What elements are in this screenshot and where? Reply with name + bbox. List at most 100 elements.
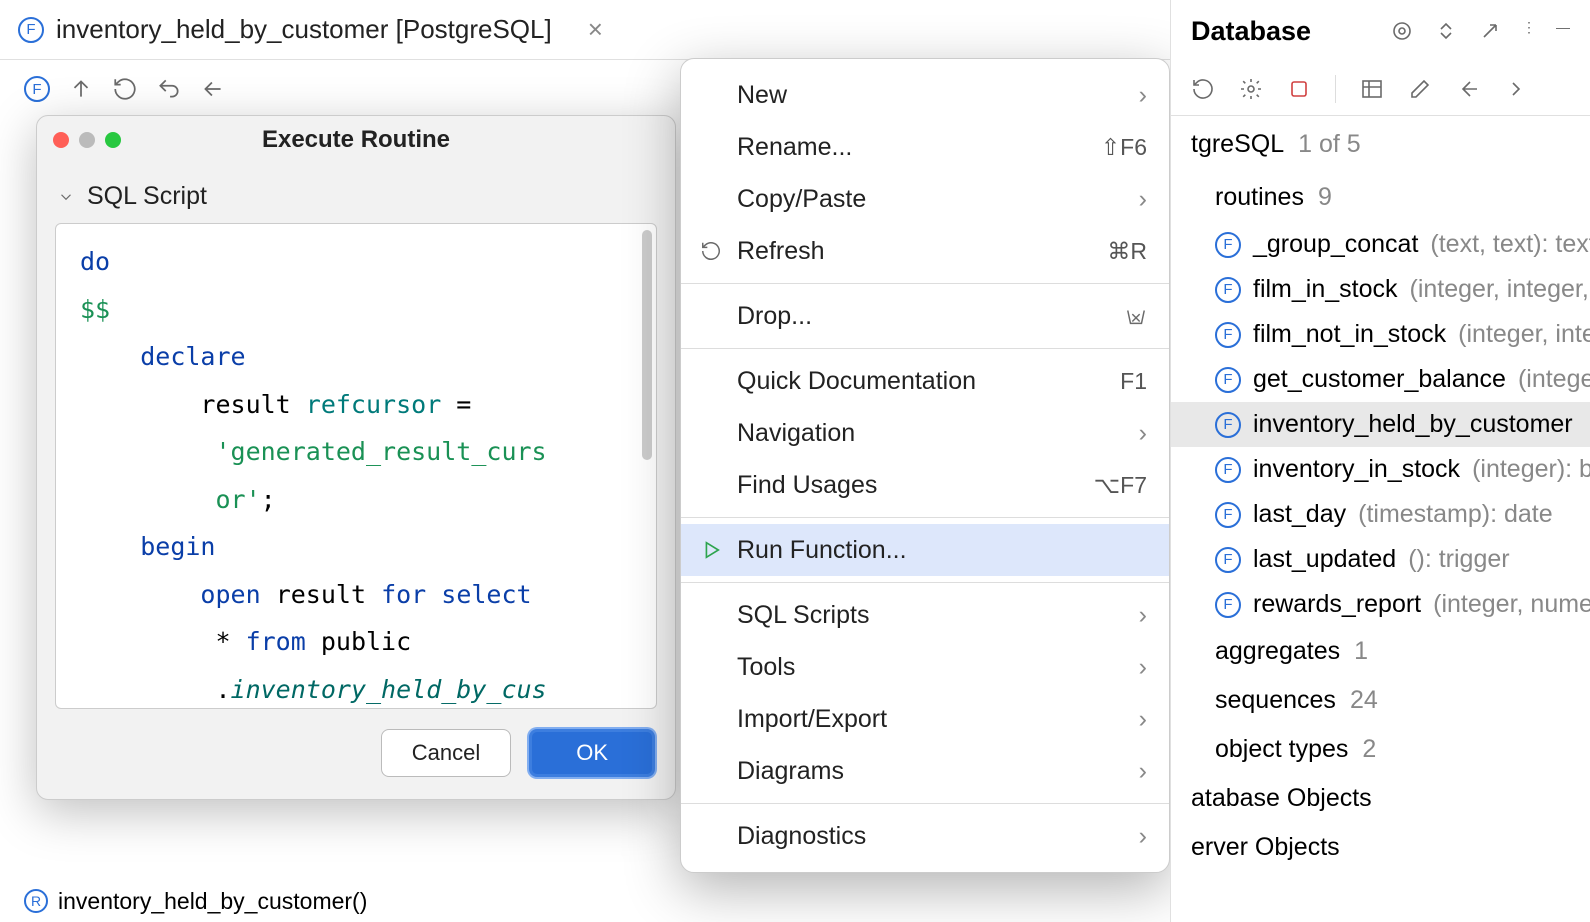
- dialog-titlebar: Execute Routine: [37, 116, 675, 164]
- routine-name: last_updated: [1253, 545, 1396, 574]
- chevron-right-icon: ›: [1139, 822, 1147, 851]
- sql-editor[interactable]: do $$ declare result refcursor = 'genera…: [55, 223, 657, 709]
- upload-icon[interactable]: [68, 76, 94, 102]
- database-toolbar: [1171, 62, 1590, 116]
- edit-icon[interactable]: [1408, 77, 1432, 101]
- menu-diagnostics[interactable]: Diagnostics ›: [681, 810, 1169, 862]
- function-icon: F: [1215, 367, 1241, 393]
- routine-item[interactable]: Ffilm_in_stock(integer, integer,: [1171, 267, 1590, 312]
- routine-name: film_not_in_stock: [1253, 320, 1446, 349]
- routine-signature: (integer, nume: [1433, 590, 1590, 619]
- menu-drop[interactable]: Drop...: [681, 290, 1169, 342]
- section-header[interactable]: SQL Script: [37, 164, 675, 223]
- refresh-icon[interactable]: [112, 76, 138, 102]
- cancel-button[interactable]: Cancel: [381, 729, 511, 777]
- group-object-types[interactable]: object types 2: [1171, 725, 1590, 774]
- jump-icon[interactable]: [1456, 77, 1480, 101]
- execute-routine-dialog: Execute Routine SQL Script do $$ declare…: [36, 115, 676, 800]
- function-icon: F: [1215, 502, 1241, 528]
- code-content[interactable]: do $$ declare result refcursor = 'genera…: [74, 238, 547, 694]
- gutter: [60, 238, 74, 694]
- function-icon: F: [24, 76, 50, 102]
- routine-signature: (timestamp): date: [1358, 500, 1553, 529]
- chevron-right-icon: ›: [1139, 757, 1147, 786]
- menu-new[interactable]: New ›: [681, 69, 1169, 121]
- chevron-down-icon: [57, 188, 75, 206]
- routine-name: inventory_held_by_customer: [1253, 410, 1573, 439]
- ok-button[interactable]: OK: [529, 729, 655, 777]
- close-icon[interactable]: ×: [588, 14, 603, 45]
- routine-icon: R: [24, 889, 48, 913]
- function-icon: F: [1215, 412, 1241, 438]
- routine-item[interactable]: Flast_day (timestamp): date: [1171, 492, 1590, 537]
- section-label: SQL Script: [87, 182, 207, 211]
- gear-icon[interactable]: [1239, 77, 1263, 101]
- tab-title: inventory_held_by_customer [PostgreSQL]: [56, 14, 552, 45]
- dialog-buttons: Cancel OK: [37, 709, 675, 799]
- separator: [681, 517, 1169, 518]
- menu-refresh[interactable]: Refresh ⌘R: [681, 225, 1169, 277]
- routine-name: _group_concat: [1253, 230, 1418, 259]
- menu-sql-scripts[interactable]: SQL Scripts ›: [681, 589, 1169, 641]
- menu-rename[interactable]: Rename... ⇧F6: [681, 121, 1169, 173]
- chevron-right-icon: ›: [1139, 601, 1147, 630]
- routine-item[interactable]: Finventory_in_stock(integer): b: [1171, 447, 1590, 492]
- menu-diagrams[interactable]: Diagrams ›: [681, 745, 1169, 797]
- menu-navigation[interactable]: Navigation ›: [681, 407, 1169, 459]
- stop-icon[interactable]: [1287, 77, 1311, 101]
- chevron-right-icon: ›: [1139, 653, 1147, 682]
- dialog-title: Execute Routine: [37, 126, 675, 154]
- breadcrumb[interactable]: tgreSQL 1 of 5: [1171, 116, 1590, 173]
- menu-run-function[interactable]: Run Function...: [681, 524, 1169, 576]
- separator: [681, 803, 1169, 804]
- chevron-right-icon[interactable]: [1504, 77, 1528, 101]
- group-aggregates[interactable]: aggregates 1: [1171, 627, 1590, 676]
- status-function-name: inventory_held_by_customer(): [58, 888, 367, 915]
- scrollbar[interactable]: [642, 230, 652, 460]
- function-icon: F: [1215, 277, 1241, 303]
- database-panel-header: Database ⋮ —: [1171, 0, 1590, 62]
- refresh-icon[interactable]: [1191, 77, 1215, 101]
- routine-name: last_day: [1253, 500, 1346, 529]
- routine-signature: (text, text): text: [1430, 230, 1590, 259]
- menu-import-export[interactable]: Import/Export ›: [681, 693, 1169, 745]
- routine-signature: (integer): b: [1472, 455, 1590, 484]
- routine-item[interactable]: F_group_concat(text, text): text: [1171, 222, 1590, 267]
- chevron-right-icon: ›: [1139, 705, 1147, 734]
- editor-tab[interactable]: F inventory_held_by_customer [PostgreSQL…: [18, 14, 603, 45]
- chevron-right-icon: ›: [1139, 419, 1147, 448]
- routine-item[interactable]: Fget_customer_balance(intege: [1171, 357, 1590, 402]
- routine-item[interactable]: Flast_updated(): trigger: [1171, 537, 1590, 582]
- minimize-icon[interactable]: —: [1556, 19, 1570, 43]
- group-server-objects[interactable]: erver Objects: [1171, 823, 1590, 872]
- expand-collapse-icon[interactable]: [1434, 19, 1458, 43]
- chevron-right-icon: ›: [1139, 81, 1147, 110]
- function-icon: F: [18, 17, 44, 43]
- separator: [681, 348, 1169, 349]
- more-icon[interactable]: ⋮: [1522, 19, 1536, 43]
- routine-item[interactable]: Ffilm_not_in_stock(integer, inte: [1171, 312, 1590, 357]
- table-icon[interactable]: [1360, 77, 1384, 101]
- play-icon: [697, 539, 725, 561]
- undo-icon[interactable]: [156, 76, 182, 102]
- menu-copy-paste[interactable]: Copy/Paste ›: [681, 173, 1169, 225]
- routine-signature: (integer, integer,: [1410, 275, 1589, 304]
- separator: [681, 283, 1169, 284]
- routine-item[interactable]: Frewards_report(integer, nume: [1171, 582, 1590, 627]
- back-icon[interactable]: [200, 76, 226, 102]
- collapse-icon[interactable]: [1478, 19, 1502, 43]
- group-sequences[interactable]: sequences 24: [1171, 676, 1590, 725]
- separator: [681, 582, 1169, 583]
- menu-quick-documentation[interactable]: Quick Documentation F1: [681, 355, 1169, 407]
- panel-title: Database: [1191, 16, 1311, 47]
- group-database-objects[interactable]: atabase Objects: [1171, 774, 1590, 823]
- menu-tools[interactable]: Tools ›: [681, 641, 1169, 693]
- delete-icon: [1125, 305, 1147, 327]
- routine-item[interactable]: Finventory_held_by_customer: [1171, 402, 1590, 447]
- separator: [1335, 75, 1336, 103]
- target-icon[interactable]: [1390, 19, 1414, 43]
- function-icon: F: [1215, 322, 1241, 348]
- status-bar: R inventory_held_by_customer(): [0, 880, 680, 922]
- menu-find-usages[interactable]: Find Usages ⌥F7: [681, 459, 1169, 511]
- group-routines[interactable]: routines 9: [1171, 173, 1590, 222]
